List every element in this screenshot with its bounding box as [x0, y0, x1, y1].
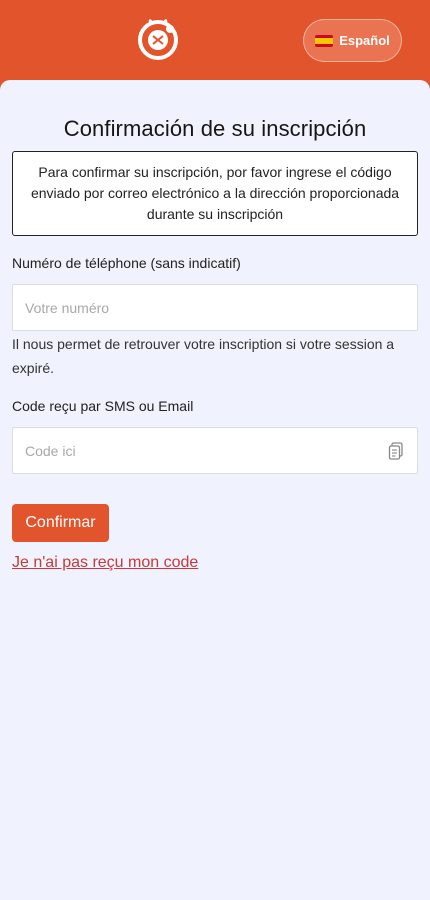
top-header: Español: [0, 0, 430, 90]
spain-flag-icon: [315, 34, 334, 47]
language-label: Español: [339, 33, 390, 48]
lobster-logo-icon: [138, 19, 178, 60]
confirm-button[interactable]: Confirmar: [12, 504, 109, 542]
code-field-wrapper: [12, 427, 418, 474]
paste-icon[interactable]: [388, 442, 404, 460]
code-label: Code reçu par SMS ou Email: [12, 398, 194, 414]
phone-field-wrapper: [12, 284, 418, 331]
page-title: Confirmación de su inscripción: [63, 116, 367, 141]
code-input[interactable]: [13, 428, 417, 473]
phone-label: Numéro de téléphone (sans indicatif): [12, 255, 241, 271]
phone-input[interactable]: [13, 285, 417, 330]
language-selector-button[interactable]: Español: [303, 19, 402, 62]
info-text: Para confirmar su inscripción, por favor…: [30, 164, 400, 222]
resend-code-link[interactable]: Je n'ai pas reçu mon code: [12, 554, 198, 572]
info-message: Para confirmar su inscripción, por favor…: [12, 151, 418, 236]
phone-help-text: Il nous permet de retrouver votre inscri…: [12, 336, 395, 376]
